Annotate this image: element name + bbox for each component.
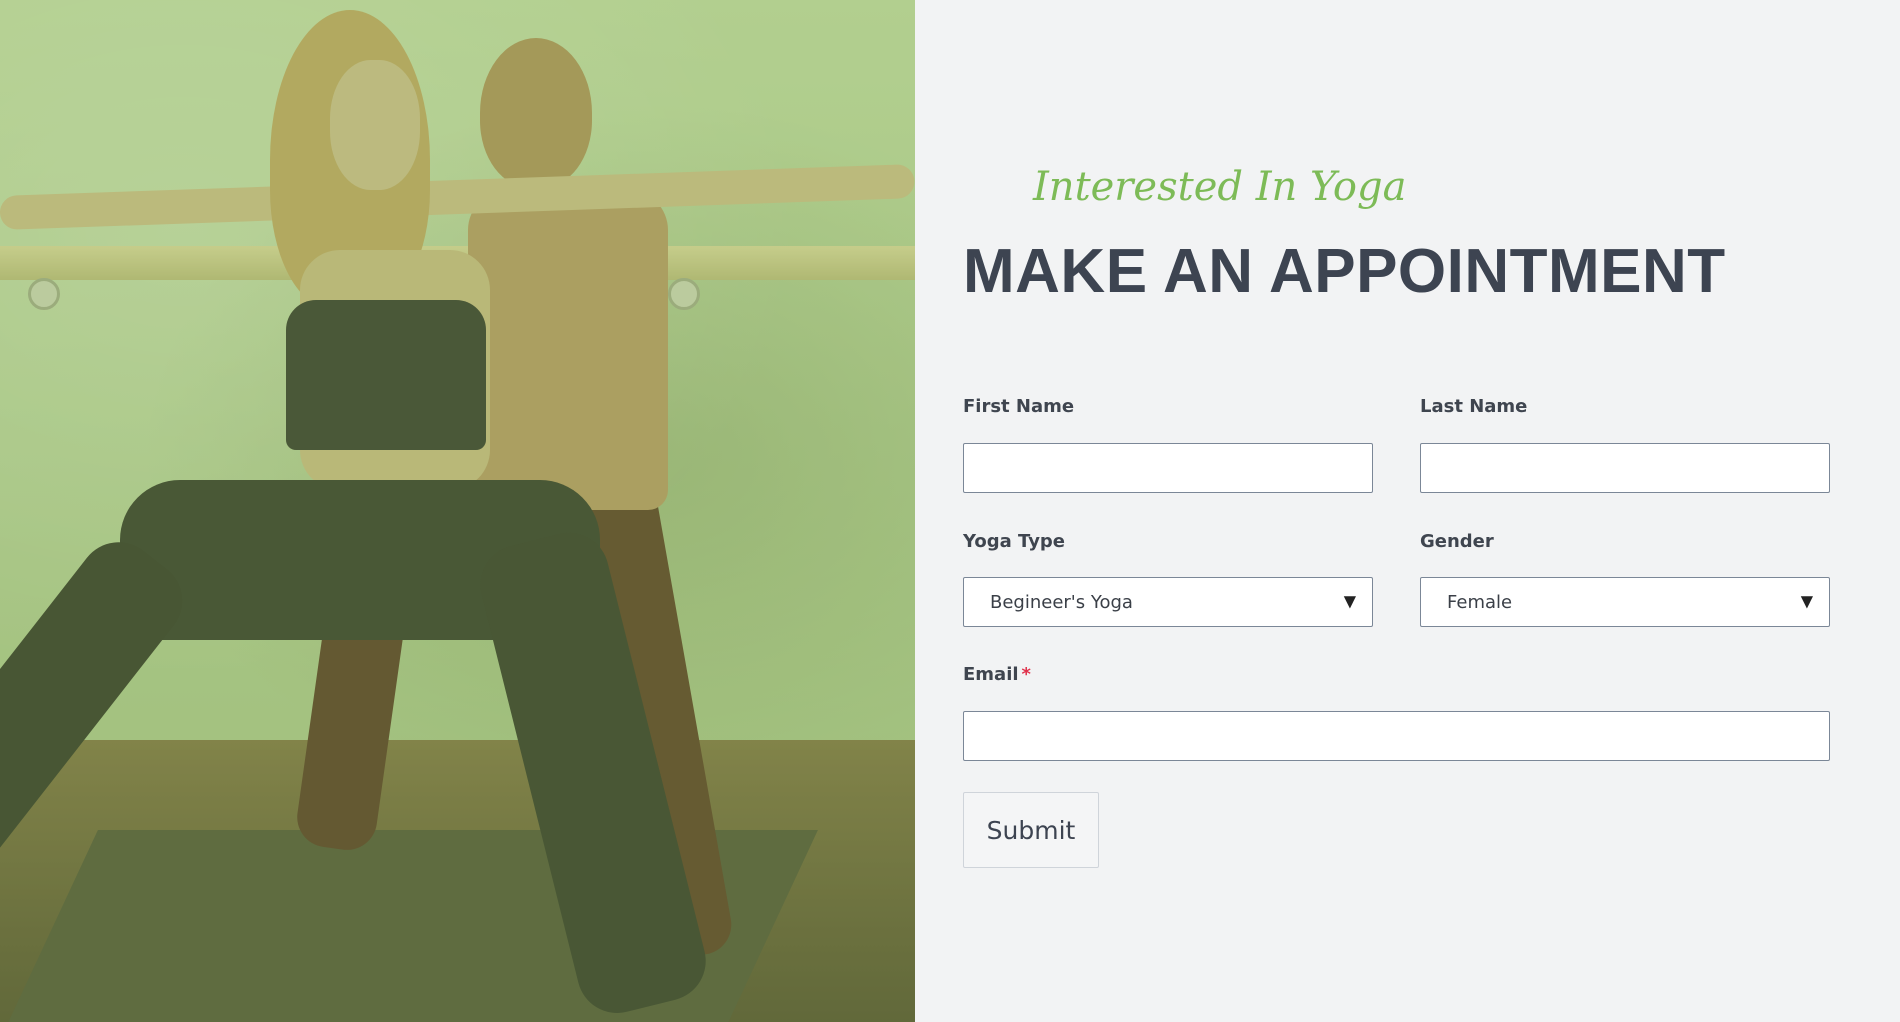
page-title: MAKE AN APPOINTMENT [963, 237, 1726, 306]
yoga-type-selected-value: Begineer's Yoga [990, 591, 1133, 613]
last-name-input[interactable] [1420, 443, 1830, 493]
yoga-type-label: Yoga Type [963, 531, 1066, 552]
email-input[interactable] [963, 711, 1830, 761]
gender-label: Gender [1420, 531, 1494, 552]
section-eyebrow: Interested In Yoga [1033, 164, 1407, 210]
gender-select[interactable]: Female ▼ [1420, 577, 1830, 627]
appointment-page: Interested In Yoga MAKE AN APPOINTMENT F… [0, 0, 1900, 1022]
dropdown-caret-icon: ▼ [1343, 591, 1356, 611]
hero-image [0, 0, 915, 1022]
email-label-text: Email [963, 664, 1019, 685]
first-name-input[interactable] [963, 443, 1373, 493]
submit-button[interactable]: Submit [963, 792, 1099, 868]
last-name-label: Last Name [1420, 396, 1528, 417]
gender-selected-value: Female [1447, 591, 1513, 613]
yoga-type-select[interactable]: Begineer's Yoga ▼ [963, 577, 1373, 627]
appointment-form-panel: Interested In Yoga MAKE AN APPOINTMENT F… [915, 0, 1900, 1022]
green-tint-overlay [0, 0, 915, 1022]
first-name-label: First Name [963, 396, 1075, 417]
dropdown-caret-icon: ▼ [1800, 591, 1813, 611]
required-marker: * [1021, 664, 1031, 685]
email-label: Email * [963, 664, 1031, 685]
